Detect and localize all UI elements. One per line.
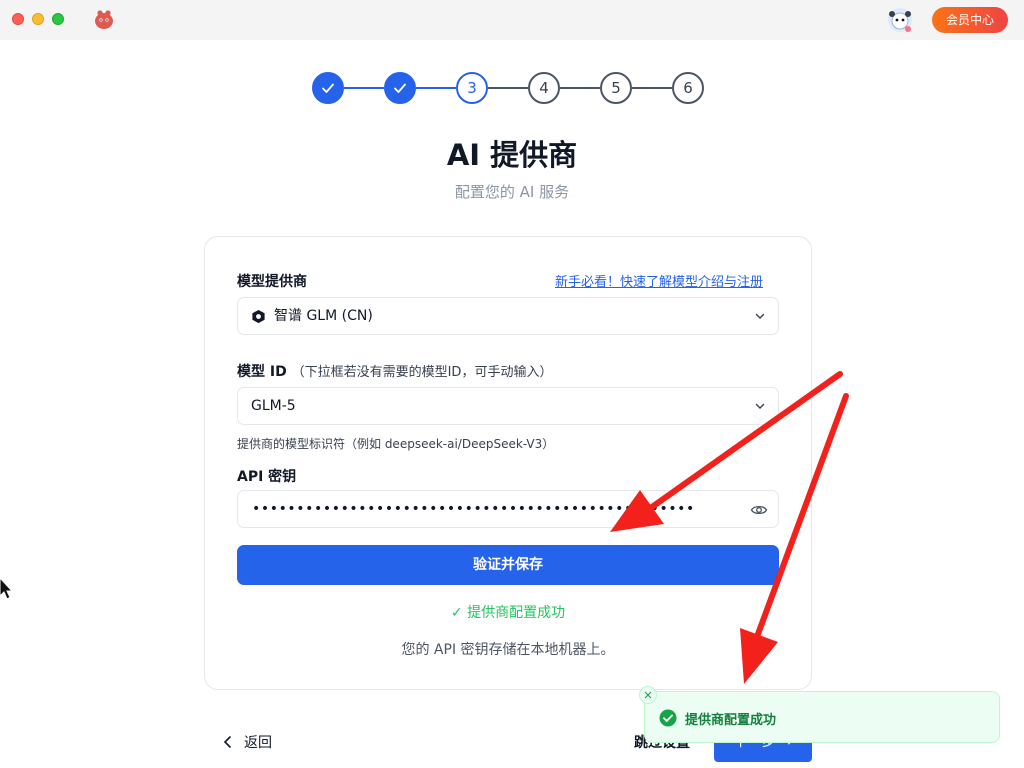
app-logo-icon (95, 10, 113, 29)
eye-icon[interactable] (750, 501, 768, 519)
api-key-input[interactable]: ••••••••••••••••••••••••••••••••••••••••… (237, 490, 779, 528)
chevron-left-icon (223, 736, 231, 748)
toast-message: 提供商配置成功 (685, 713, 777, 728)
model-id-value: GLM-5 (251, 398, 296, 414)
provider-select-value: 智谱 GLM (CN) (274, 308, 373, 324)
step-1-done (312, 72, 344, 104)
check-icon (394, 83, 406, 93)
step-connector (560, 87, 600, 89)
provider-form-card: 模型提供商 新手必看！快速了解模型介绍与注册 智谱 GLM (CN) 模型 ID… (204, 236, 812, 690)
setup-stepper: 3 4 5 6 (312, 72, 704, 104)
chevron-down-icon (755, 313, 765, 319)
user-avatar[interactable] (886, 6, 914, 34)
title-bar: 会员中心 (0, 0, 1024, 40)
storage-note: 您的 API 密钥存储在本地机器上。 (401, 642, 615, 658)
provider-guide-link[interactable]: 新手必看！快速了解模型介绍与注册 (555, 271, 763, 290)
page-title: AI 提供商 (446, 138, 578, 172)
minimize-window-button[interactable] (32, 13, 44, 25)
verify-and-save-button[interactable]: 验证并保存 (237, 545, 779, 585)
provider-label: 模型提供商 (237, 274, 307, 290)
step-connector (488, 87, 528, 89)
step-connector (344, 87, 384, 89)
close-window-button[interactable] (12, 13, 24, 25)
check-icon (322, 83, 334, 93)
back-button-label: 返回 (244, 735, 272, 751)
step-3-current: 3 (456, 72, 488, 104)
zoom-window-button[interactable] (52, 13, 64, 25)
api-key-masked-value: ••••••••••••••••••••••••••••••••••••••••… (252, 501, 695, 517)
check-circle-icon (659, 709, 677, 727)
mouse-cursor-icon (0, 577, 14, 600)
step-connector (632, 87, 672, 89)
model-id-label-text: 模型 ID (237, 364, 287, 380)
step-5: 5 (600, 72, 632, 104)
model-id-combobox[interactable]: GLM-5 (237, 387, 779, 425)
chevron-down-icon (755, 403, 765, 409)
model-id-hint: （下拉框若没有需要的模型ID，可手动输入） (291, 365, 553, 380)
member-center-button[interactable]: 会员中心 (932, 7, 1008, 33)
model-id-label: 模型 ID （下拉框若没有需要的模型ID，可手动输入） (237, 361, 552, 381)
provider-logo-icon (252, 309, 265, 324)
page-subtitle: 配置您的 AI 服务 (454, 183, 570, 201)
step-connector (416, 87, 456, 89)
close-icon[interactable] (639, 686, 657, 704)
provider-select[interactable]: 智谱 GLM (CN) (237, 297, 779, 335)
step-4: 4 (528, 72, 560, 104)
step-6: 6 (672, 72, 704, 104)
model-id-helper-text: 提供商的模型标识符（例如 deepseek-ai/DeepSeek-V3） (237, 437, 555, 451)
success-message: ✓ 提供商配置成功 (450, 605, 566, 621)
step-2-done (384, 72, 416, 104)
success-toast: 提供商配置成功 (639, 686, 1000, 743)
api-key-label: API 密钥 (237, 469, 297, 485)
